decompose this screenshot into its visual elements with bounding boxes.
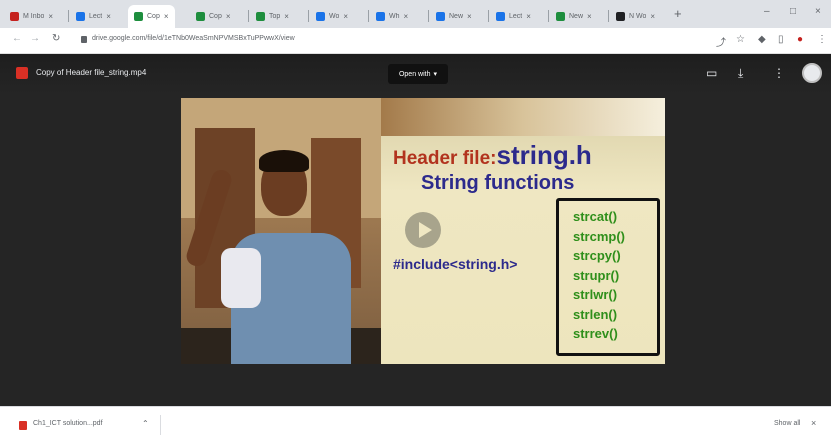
file-title: Copy of Header file_string.mp4 <box>36 68 147 77</box>
drive-icon <box>556 12 565 21</box>
video-frame[interactable]: Header file:string.h String functions #i… <box>181 98 665 364</box>
tab-wo2[interactable]: N Wo × <box>610 5 661 28</box>
tab-new[interactable]: New × <box>430 5 478 28</box>
download-item[interactable]: Ch1_ICT solution...pdf <box>33 420 103 427</box>
video-file-icon <box>16 67 28 79</box>
docs-icon <box>316 12 325 21</box>
lock-icon <box>81 36 87 43</box>
reload-icon[interactable]: ↻ <box>52 33 60 44</box>
tab-strip: M Inbo × Lect × Cop × Cop × Top × Wo × Wh × New… <box>0 0 831 28</box>
maximize-icon[interactable]: □ <box>790 6 796 17</box>
tab-top[interactable]: Top × <box>250 5 295 28</box>
share-icon[interactable]: ⤴ <box>716 34 726 49</box>
bookmark-star-icon[interactable]: ☆ <box>736 34 745 45</box>
close-icon[interactable]: × <box>526 12 531 21</box>
tab-inbox[interactable]: M Inbo × <box>4 5 59 28</box>
close-icon[interactable]: × <box>467 12 472 21</box>
chevron-down-icon: ▾ <box>433 71 438 78</box>
forward-icon[interactable]: → <box>30 33 40 44</box>
tab-lect2[interactable]: Lect × <box>490 5 537 28</box>
gmail-icon <box>10 12 19 21</box>
list-item: strrev() <box>573 326 618 341</box>
tab-wh[interactable]: Wh × <box>370 5 414 28</box>
tab-copy[interactable]: Cop × <box>190 5 237 28</box>
pdf-icon <box>19 421 27 430</box>
close-icon[interactable]: × <box>106 12 111 21</box>
list-item: strlen() <box>573 306 618 322</box>
close-icon[interactable]: × <box>164 12 169 21</box>
function-list: strcat() strcmp() strcpy() strupr() strl… <box>556 198 660 356</box>
webcam-person-image <box>181 98 381 364</box>
docs-icon <box>436 12 445 21</box>
minimize-icon[interactable]: – <box>764 6 770 17</box>
slide-subtitle: String functions <box>421 172 575 194</box>
tab-lecture[interactable]: Lect × <box>70 5 117 28</box>
browser-toolbar: ← → ↻ drive.google.com/file/d/1eTNb0WeaS… <box>0 28 831 54</box>
drive-icon <box>256 12 265 21</box>
show-all-button[interactable]: Show all <box>774 420 800 427</box>
list-item: strupr() <box>573 267 620 283</box>
drive-icon <box>196 12 205 21</box>
close-icon[interactable]: × <box>650 12 655 21</box>
docs-icon <box>496 12 505 21</box>
reading-list-icon[interactable]: ▯ <box>778 34 784 45</box>
list-item: strlwr() <box>573 287 618 302</box>
slide-content: Header file:string.h String functions #i… <box>381 98 665 364</box>
download-bar: Ch1_ICT solution...pdf ⌃ Show all × <box>0 406 831 442</box>
docs-icon <box>76 12 85 21</box>
address-bar[interactable]: drive.google.com/file/d/1eTNb0WeaSmNPVMS… <box>92 35 295 42</box>
tab-wo[interactable]: Wo × <box>310 5 354 28</box>
close-icon[interactable]: × <box>226 12 231 21</box>
new-tab-button[interactable]: + <box>674 6 682 21</box>
list-item: strcat() <box>573 209 618 224</box>
profile-icon[interactable]: ● <box>797 34 803 45</box>
close-icon[interactable]: × <box>404 12 409 21</box>
notion-icon <box>616 12 625 21</box>
extension-icon[interactable]: ◆ <box>758 34 766 45</box>
slide-title: Header file:string.h <box>393 140 592 170</box>
chevron-up-icon[interactable]: ⌃ <box>142 419 149 428</box>
comment-icon[interactable]: ▭ <box>706 66 717 80</box>
menu-icon[interactable]: ⋮ <box>817 34 827 45</box>
close-icon[interactable]: × <box>48 12 53 21</box>
docs-icon <box>376 12 385 21</box>
window-close-icon[interactable]: × <box>815 6 821 17</box>
more-options-icon[interactable]: ⋮ <box>773 66 785 80</box>
open-with-button[interactable]: Open with ▾ <box>388 64 448 84</box>
close-icon[interactable]: × <box>343 12 348 21</box>
avatar[interactable] <box>802 63 822 83</box>
play-button[interactable] <box>405 212 441 248</box>
list-item: strcmp() <box>573 228 626 244</box>
include-directive: #include<string.h> <box>393 256 518 272</box>
close-icon[interactable]: × <box>284 12 289 21</box>
close-icon[interactable]: × <box>587 12 592 21</box>
close-icon[interactable]: × <box>811 418 816 428</box>
back-icon[interactable]: ← <box>12 33 22 44</box>
tab-new2[interactable]: New × <box>550 5 598 28</box>
list-item: strcpy() <box>573 248 621 263</box>
viewer-header: Copy of Header file_string.mp4 Open with… <box>0 54 831 94</box>
download-icon[interactable]: ⤓ <box>738 66 743 81</box>
tab-copy-active[interactable]: Cop × <box>128 5 175 28</box>
drive-icon <box>134 12 143 21</box>
